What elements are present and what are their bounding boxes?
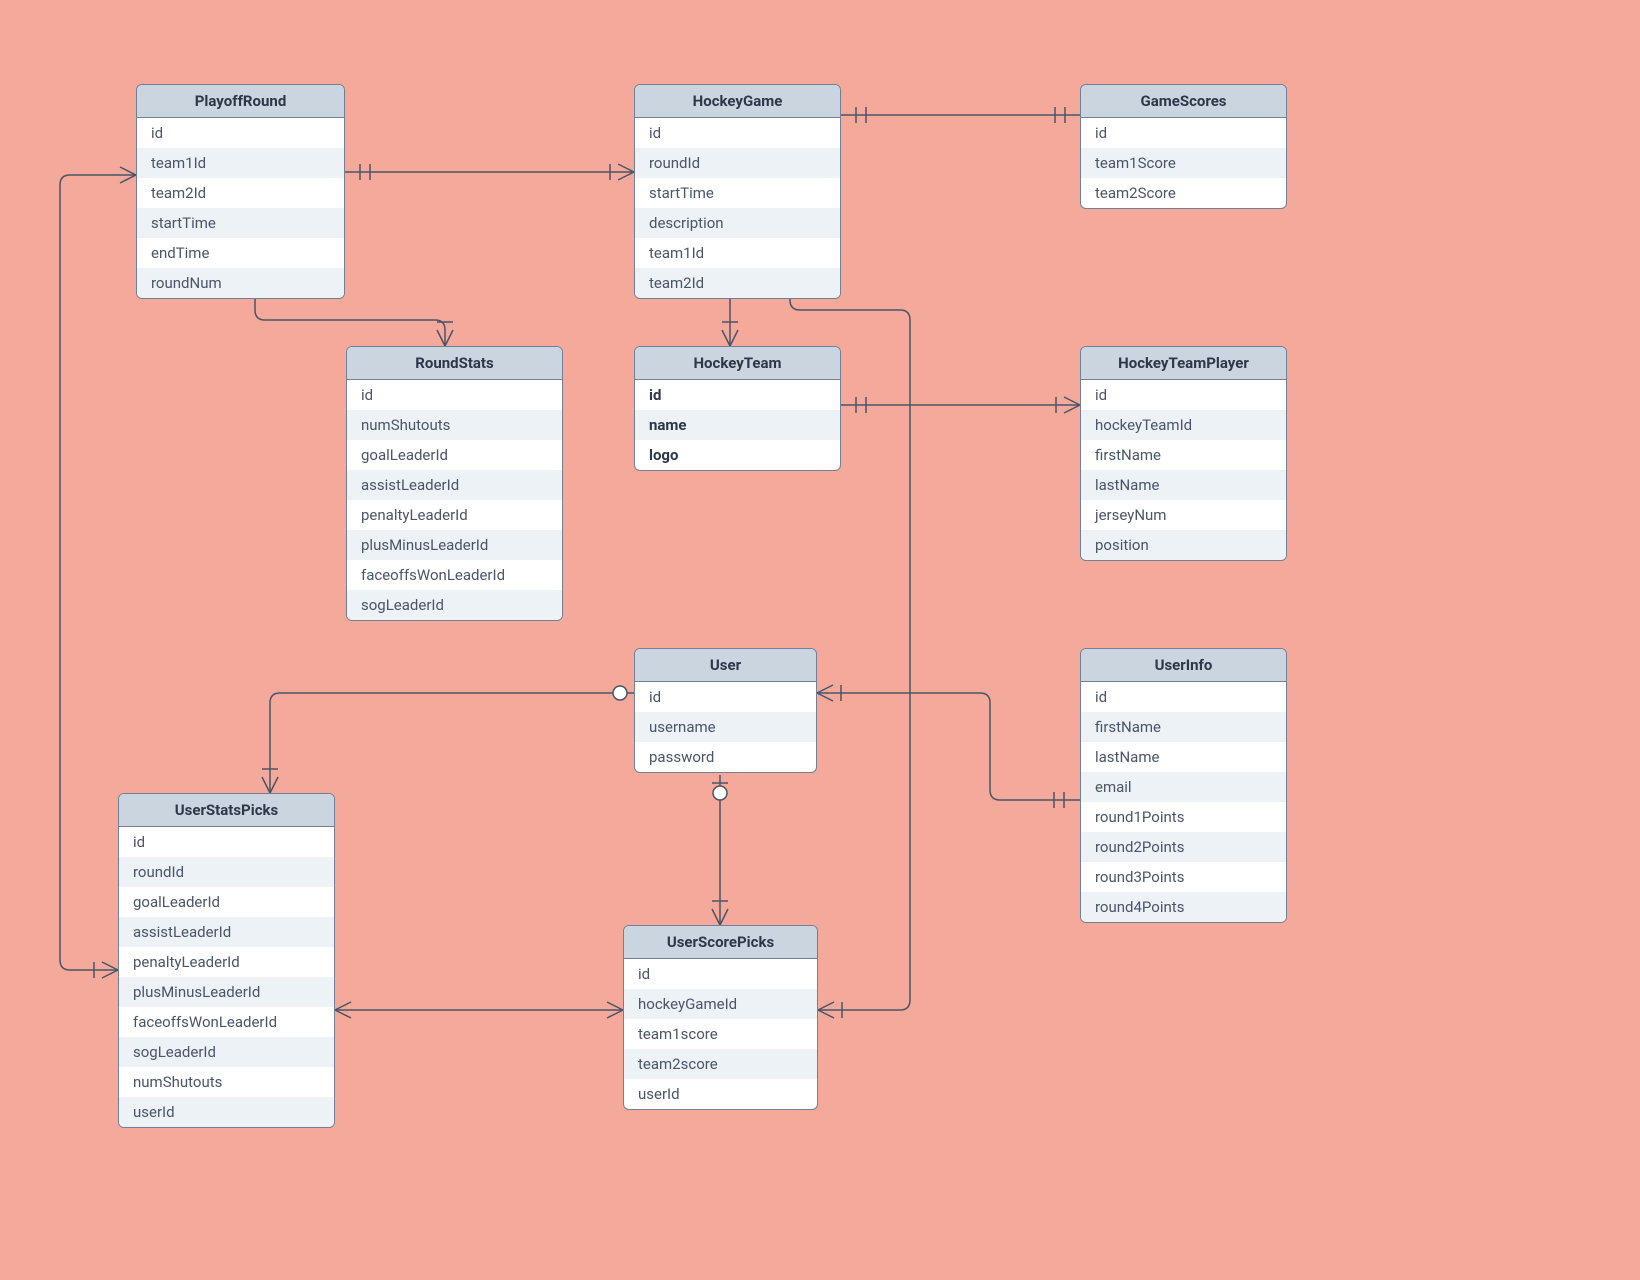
entity-field: hockeyTeamId — [1081, 410, 1286, 440]
entity-field: id — [635, 682, 816, 712]
entity-field: id — [347, 380, 562, 410]
entity-field: startTime — [137, 208, 344, 238]
entity-field: round1Points — [1081, 802, 1286, 832]
entity-field: password — [635, 742, 816, 772]
entity-field: id — [624, 959, 817, 989]
entity-field: username — [635, 712, 816, 742]
entity-field: firstName — [1081, 440, 1286, 470]
entity-userstatspicks: UserStatsPicks id roundId goalLeaderId a… — [118, 793, 335, 1128]
entity-title: HockeyTeam — [635, 347, 840, 380]
entity-field: round2Points — [1081, 832, 1286, 862]
entity-field: id — [137, 118, 344, 148]
entity-field: sogLeaderId — [119, 1037, 334, 1067]
entity-field: team2Id — [635, 268, 840, 298]
entity-field: firstName — [1081, 712, 1286, 742]
entity-title: UserStatsPicks — [119, 794, 334, 827]
entity-field: id — [635, 380, 840, 410]
entity-field: numShutouts — [119, 1067, 334, 1097]
entity-field: round4Points — [1081, 892, 1286, 922]
entity-field: userId — [624, 1079, 817, 1109]
entity-field: roundId — [119, 857, 334, 887]
entity-field: roundNum — [137, 268, 344, 298]
entity-field: lastName — [1081, 742, 1286, 772]
entity-field: team1Score — [1081, 148, 1286, 178]
entity-hockeyteamplayer: HockeyTeamPlayer id hockeyTeamId firstNa… — [1080, 346, 1287, 561]
entity-field: team1score — [624, 1019, 817, 1049]
entity-field: name — [635, 410, 840, 440]
entity-hockeygame: HockeyGame id roundId startTime descript… — [634, 84, 841, 299]
entity-field: penaltyLeaderId — [119, 947, 334, 977]
entity-field: userId — [119, 1097, 334, 1127]
entity-userinfo: UserInfo id firstName lastName email rou… — [1080, 648, 1287, 923]
entity-field: roundId — [635, 148, 840, 178]
entity-gamescores: GameScores id team1Score team2Score — [1080, 84, 1287, 209]
entity-title: UserInfo — [1081, 649, 1286, 682]
entity-hockeyteam: HockeyTeam id name logo — [634, 346, 841, 471]
entity-field: team2Id — [137, 178, 344, 208]
entity-field: penaltyLeaderId — [347, 500, 562, 530]
entity-field: logo — [635, 440, 840, 470]
entity-user: User id username password — [634, 648, 817, 773]
entity-field: faceoffsWonLeaderId — [119, 1007, 334, 1037]
entity-field: assistLeaderId — [347, 470, 562, 500]
entity-title: User — [635, 649, 816, 682]
entity-field: assistLeaderId — [119, 917, 334, 947]
entity-field: endTime — [137, 238, 344, 268]
entity-playoffround: PlayoffRound id team1Id team2Id startTim… — [136, 84, 345, 299]
entity-field: description — [635, 208, 840, 238]
entity-field: hockeyGameId — [624, 989, 817, 1019]
entity-title: UserScorePicks — [624, 926, 817, 959]
entity-field: team1Id — [137, 148, 344, 178]
entity-title: HockeyTeamPlayer — [1081, 347, 1286, 380]
entity-field: round3Points — [1081, 862, 1286, 892]
entity-field: id — [1081, 118, 1286, 148]
entity-field: team2Score — [1081, 178, 1286, 208]
entity-field: email — [1081, 772, 1286, 802]
entity-field: goalLeaderId — [347, 440, 562, 470]
entity-title: GameScores — [1081, 85, 1286, 118]
entity-field: plusMinusLeaderId — [347, 530, 562, 560]
entity-title: RoundStats — [347, 347, 562, 380]
entity-field: goalLeaderId — [119, 887, 334, 917]
entity-field: jerseyNum — [1081, 500, 1286, 530]
entity-field: position — [1081, 530, 1286, 560]
entity-field: plusMinusLeaderId — [119, 977, 334, 1007]
entity-title: HockeyGame — [635, 85, 840, 118]
entity-field: id — [1081, 380, 1286, 410]
entity-roundstats: RoundStats id numShutouts goalLeaderId a… — [346, 346, 563, 621]
entity-field: team1Id — [635, 238, 840, 268]
entity-title: PlayoffRound — [137, 85, 344, 118]
entity-field: startTime — [635, 178, 840, 208]
entity-field: faceoffsWonLeaderId — [347, 560, 562, 590]
entity-field: id — [635, 118, 840, 148]
entity-field: id — [119, 827, 334, 857]
entity-field: team2score — [624, 1049, 817, 1079]
entity-field: lastName — [1081, 470, 1286, 500]
entity-userscorepicks: UserScorePicks id hockeyGameId team1scor… — [623, 925, 818, 1110]
entity-field: id — [1081, 682, 1286, 712]
entity-field: numShutouts — [347, 410, 562, 440]
entity-field: sogLeaderId — [347, 590, 562, 620]
